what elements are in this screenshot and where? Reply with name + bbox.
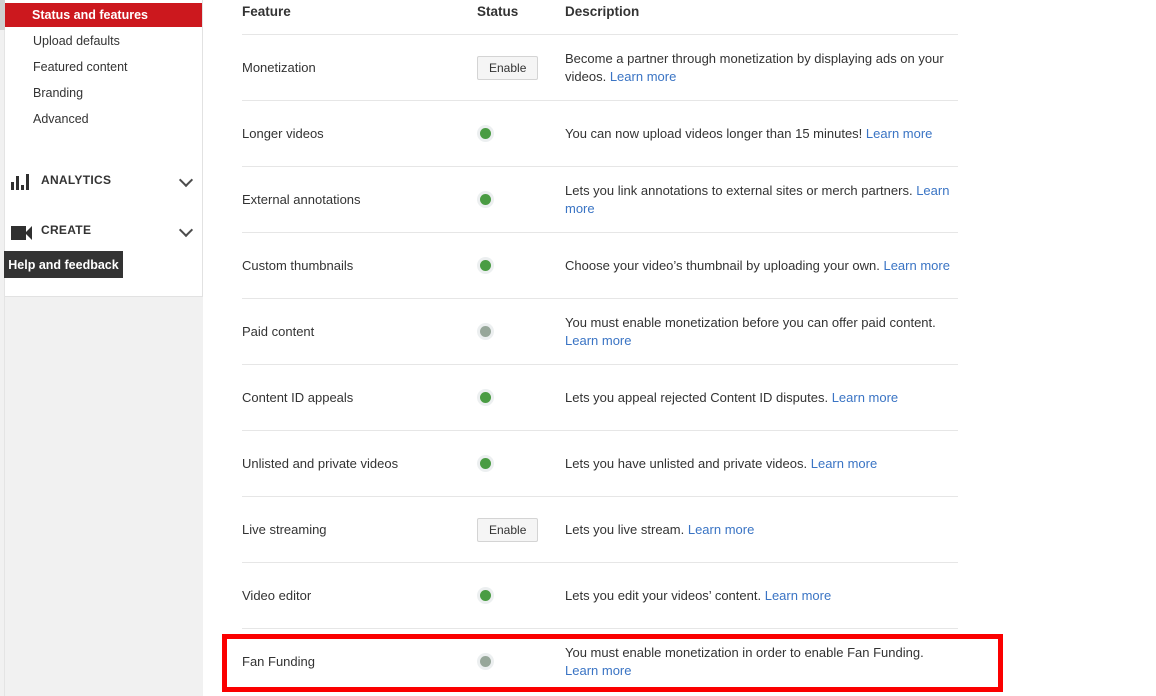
features-panel: Feature Status Description Monetization E… (242, 0, 1002, 694)
status-disabled-icon (477, 653, 494, 670)
status-disabled-icon (477, 323, 494, 340)
description-text: Lets you have unlisted and private video… (565, 455, 808, 471)
sidebar-item-branding[interactable]: Branding (5, 81, 202, 105)
status-enabled-icon (477, 191, 494, 208)
learn-more-link[interactable]: Learn more (811, 456, 877, 471)
feature-description: Lets you have unlisted and private video… (565, 455, 958, 473)
status-cell (477, 257, 565, 274)
enable-button[interactable]: Enable (477, 55, 539, 80)
status-enabled-icon (477, 455, 494, 472)
feature-description: Lets you live stream. Learn more (565, 521, 958, 539)
table-row: Custom thumbnails Choose your video’s thu… (242, 232, 958, 298)
learn-more-link[interactable]: Learn more (688, 522, 754, 537)
feature-description: Lets you edit your videos’ content. Lear… (565, 587, 958, 605)
feature-description: Lets you link annotations to external si… (565, 182, 958, 218)
feature-name: Video editor (242, 588, 312, 603)
chevron-down-icon[interactable] (180, 224, 192, 236)
feature-description: You must enable monetization in order to… (565, 644, 958, 680)
features-table-body: Monetization Enable Become a partner throu… (242, 34, 1002, 694)
learn-more-link[interactable]: Learn more (883, 258, 949, 273)
description-text: Lets you appeal rejected Content ID disp… (565, 389, 829, 405)
feature-name: Monetization (242, 60, 316, 75)
status-enabled-icon (477, 125, 494, 142)
feature-description: Choose your video’s thumbnail by uploadi… (565, 257, 958, 275)
learn-more-link[interactable]: Learn more (832, 390, 898, 405)
status-enabled-icon (477, 257, 494, 274)
column-header-status: Status (477, 4, 519, 19)
feature-name: Custom thumbnails (242, 258, 354, 273)
help-and-feedback-label: Help and feedback (8, 257, 119, 272)
table-row: Content ID appeals Lets you appeal reject… (242, 364, 958, 430)
video-camera-icon (11, 220, 37, 240)
description-text: Lets you live stream. (565, 521, 685, 537)
feature-name: Live streaming (242, 522, 327, 537)
status-cell (477, 323, 565, 340)
page-root: Status and features Upload defaults Featur… (0, 0, 1156, 696)
description-text: You can now upload videos longer than 15… (565, 125, 863, 141)
table-row: Monetization Enable Become a partner throu… (242, 34, 958, 100)
table-row: Video editor Lets you edit your videos’ c… (242, 562, 958, 628)
description-text: Lets you link annotations to external si… (565, 182, 913, 198)
status-cell: Enable (477, 55, 565, 80)
status-enabled-icon (477, 389, 494, 406)
table-row: External annotations Lets you link annota… (242, 166, 958, 232)
sidebar: Status and features Upload defaults Featur… (4, 0, 203, 297)
table-row: Paid content You must enable monetization… (242, 298, 958, 364)
learn-more-link[interactable]: Learn more (765, 588, 831, 603)
column-header-description: Description (565, 4, 640, 19)
status-cell (477, 125, 565, 142)
status-cell: Enable (477, 517, 565, 542)
sidebar-section-create[interactable]: CREATE (11, 217, 192, 243)
sidebar-sub-nav: Status and features Upload defaults Featur… (5, 0, 202, 131)
feature-name: External annotations (242, 192, 361, 207)
feature-name: Unlisted and private videos (242, 456, 399, 471)
table-header-row: Feature Status Description (242, 0, 1002, 34)
sidebar-item-status-and-features[interactable]: Status and features (5, 3, 202, 27)
sidebar-item-advanced[interactable]: Advanced (5, 107, 202, 131)
sidebar-section-analytics[interactable]: ANALYTICS (11, 167, 192, 193)
table-row: Live streaming Enable Lets you live stream… (242, 496, 958, 562)
sidebar-section-label: CREATE (41, 223, 92, 237)
learn-more-link[interactable]: Learn more (565, 663, 631, 678)
feature-name: Content ID appeals (242, 390, 354, 405)
sidebar-item-featured-content[interactable]: Featured content (5, 55, 202, 79)
sidebar-sections: ANALYTICS CREATE (5, 167, 202, 243)
feature-name: Longer videos (242, 126, 324, 141)
status-cell (477, 455, 565, 472)
sidebar-section-label: ANALYTICS (41, 173, 112, 187)
learn-more-link[interactable]: Learn more (866, 126, 932, 141)
description-text: Choose your video’s thumbnail by uploadi… (565, 257, 880, 273)
table-row: Unlisted and private videos Lets you have… (242, 430, 958, 496)
status-cell (477, 653, 565, 670)
sidebar-lower-background (5, 297, 203, 696)
status-cell (477, 587, 565, 604)
description-text: Lets you edit your videos’ content. (565, 587, 762, 603)
help-and-feedback-button[interactable]: Help and feedback (4, 251, 123, 278)
sidebar-item-upload-defaults[interactable]: Upload defaults (5, 29, 202, 53)
status-cell (477, 191, 565, 208)
feature-description: You must enable monetization before you … (565, 314, 958, 350)
learn-more-link[interactable]: Learn more (565, 333, 631, 348)
status-enabled-icon (477, 587, 494, 604)
feature-description: Become a partner through monetization by… (565, 50, 958, 86)
description-text: You must enable monetization before you … (565, 314, 936, 330)
table-row: Fan Funding You must enable monetization … (242, 628, 958, 694)
table-row: Longer videos You can now upload videos l… (242, 100, 958, 166)
enable-button[interactable]: Enable (477, 517, 539, 542)
learn-more-link[interactable]: Learn more (610, 69, 676, 84)
chevron-down-icon[interactable] (180, 174, 192, 186)
feature-name: Fan Funding (242, 654, 315, 669)
description-text: You must enable monetization in order to… (565, 644, 924, 660)
feature-description: You can now upload videos longer than 15… (565, 125, 958, 143)
feature-name: Paid content (242, 324, 315, 339)
column-header-feature: Feature (242, 4, 291, 19)
status-cell (477, 389, 565, 406)
bar-chart-icon (11, 170, 37, 190)
feature-description: Lets you appeal rejected Content ID disp… (565, 389, 958, 407)
